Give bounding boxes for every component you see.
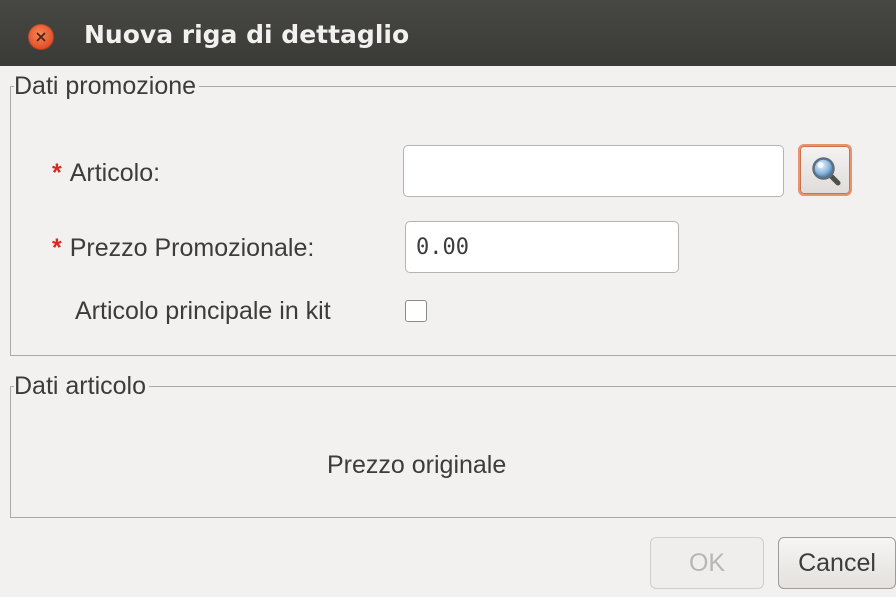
window-title: Nuova riga di dettaglio bbox=[84, 20, 410, 49]
title-bar: Nuova riga di dettaglio bbox=[0, 0, 896, 66]
required-marker: * bbox=[52, 234, 62, 262]
articolo-label-row: * Articolo: bbox=[52, 158, 160, 188]
articolo-input[interactable] bbox=[403, 145, 784, 197]
close-window-button[interactable] bbox=[28, 24, 54, 50]
close-icon bbox=[36, 32, 46, 42]
search-articolo-button[interactable] bbox=[798, 144, 852, 196]
prezzo-promozionale-input[interactable] bbox=[405, 221, 679, 273]
cancel-button[interactable]: Cancel bbox=[778, 537, 896, 589]
magnifier-icon bbox=[812, 157, 841, 186]
prezzo-originale-label: Prezzo originale bbox=[327, 451, 507, 479]
prezzo-promozionale-label: Prezzo Promozionale: bbox=[69, 234, 315, 262]
required-marker: * bbox=[52, 159, 62, 187]
kit-label: Articolo principale in kit bbox=[75, 297, 331, 325]
kit-checkbox[interactable] bbox=[405, 300, 427, 322]
articolo-label: Articolo: bbox=[69, 159, 161, 187]
ok-button[interactable]: OK bbox=[650, 537, 764, 589]
promo-group-legend: Dati promozione bbox=[14, 71, 200, 101]
prezzo-label-row: * Prezzo Promozionale: bbox=[52, 233, 314, 263]
articolo-group-legend: Dati articolo bbox=[14, 371, 149, 401]
